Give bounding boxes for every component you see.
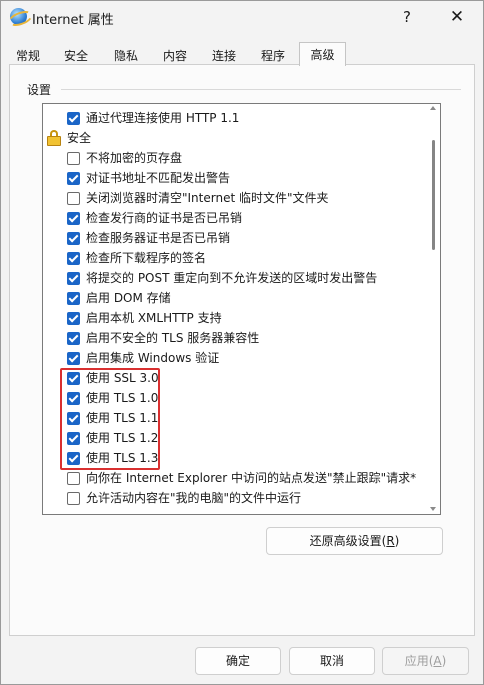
category-row: 安全	[43, 128, 429, 148]
setting-label: 启用本机 XMLHTTP 支持	[86, 311, 222, 325]
tab-general[interactable]: 常规	[9, 44, 47, 64]
checkbox-checked[interactable]	[67, 212, 80, 225]
checkbox-unchecked[interactable]	[67, 492, 80, 505]
restore-button-accesskey: R	[386, 534, 395, 548]
internet-globe-icon	[10, 8, 27, 25]
setting-row[interactable]: 将提交的 POST 重定向到不允许发送的区域时发出警告	[43, 268, 429, 288]
tls-options-highlight-box	[60, 368, 160, 470]
setting-row[interactable]: 允许活动内容在"我的电脑"的文件中运行	[43, 488, 429, 508]
checkbox-unchecked[interactable]	[67, 152, 80, 165]
scroll-up-arrow-icon[interactable]	[430, 106, 436, 110]
setting-label: 对证书地址不匹配发出警告	[86, 171, 231, 185]
apply-button[interactable]: 应用(A)	[382, 647, 469, 675]
checkbox-checked[interactable]	[67, 272, 80, 285]
setting-row[interactable]: 不将加密的页存盘	[43, 148, 429, 168]
setting-row[interactable]: 通过代理连接使用 HTTP 1.1	[43, 108, 429, 128]
restore-advanced-settings-button[interactable]: 还原高级设置(R)	[266, 527, 443, 555]
restore-button-label: 还原高级设置(	[309, 534, 387, 548]
setting-label: 向你在 Internet Explorer 中访问的站点发送"禁止跟踪"请求*	[86, 471, 417, 485]
tab-content[interactable]: 内容	[155, 44, 195, 64]
checkbox-checked[interactable]	[67, 312, 80, 325]
checkbox-checked[interactable]	[67, 332, 80, 345]
setting-row[interactable]: 检查发行商的证书是否已吊销	[43, 208, 429, 228]
apply-button-suffix: )	[441, 654, 447, 668]
setting-label: 不将加密的页存盘	[86, 151, 183, 165]
setting-row[interactable]: 启用集成 Windows 验证	[43, 348, 429, 368]
help-button[interactable]: ?	[393, 5, 421, 29]
scroll-down-arrow-icon[interactable]	[430, 507, 436, 511]
tab-security[interactable]: 安全	[56, 44, 96, 64]
setting-label: 检查发行商的证书是否已吊销	[86, 211, 243, 225]
internet-properties-dialog: Internet 属性 ? ✕ 常规 安全 隐私 内容 连接 程序 高级 设置 …	[0, 0, 484, 685]
setting-row[interactable]: 启用 DOM 存储	[43, 288, 429, 308]
setting-row[interactable]: 启用本机 XMLHTTP 支持	[43, 308, 429, 328]
setting-label: 关闭浏览器时清空"Internet 临时文件"文件夹	[86, 191, 329, 205]
tab-advanced[interactable]: 高级	[299, 42, 346, 66]
settings-group-label: 设置	[27, 83, 52, 97]
window-title: Internet 属性	[32, 13, 114, 28]
cancel-button[interactable]: 取消	[289, 647, 375, 675]
setting-label: 允许活动内容在"我的电脑"的文件中运行	[86, 491, 302, 505]
setting-row[interactable]: 检查所下载程序的签名	[43, 248, 429, 268]
close-button[interactable]: ✕	[437, 5, 477, 29]
tab-programs[interactable]: 程序	[253, 44, 293, 64]
setting-label: 启用 DOM 存储	[86, 291, 171, 305]
lock-icon	[47, 130, 61, 146]
checkbox-unchecked[interactable]	[67, 192, 80, 205]
setting-label: 检查服务器证书是否已吊销	[86, 231, 231, 245]
setting-label: 检查所下载程序的签名	[86, 251, 207, 265]
setting-row[interactable]: 对证书地址不匹配发出警告	[43, 168, 429, 188]
checkbox-checked[interactable]	[67, 252, 80, 265]
checkbox-checked[interactable]	[67, 232, 80, 245]
setting-row[interactable]: 关闭浏览器时清空"Internet 临时文件"文件夹	[43, 188, 429, 208]
checkbox-checked[interactable]	[67, 112, 80, 125]
checkbox-checked[interactable]	[67, 292, 80, 305]
group-divider	[61, 89, 461, 90]
ok-button[interactable]: 确定	[195, 647, 281, 675]
setting-label: 通过代理连接使用 HTTP 1.1	[86, 111, 240, 125]
vertical-scrollbar[interactable]	[427, 104, 440, 514]
checkbox-unchecked[interactable]	[67, 472, 80, 485]
restore-button-suffix: )	[394, 534, 400, 548]
scrollbar-thumb[interactable]	[432, 140, 435, 250]
checkbox-checked[interactable]	[67, 352, 80, 365]
title-bar[interactable]: Internet 属性 ? ✕	[1, 1, 483, 33]
tab-privacy[interactable]: 隐私	[106, 44, 146, 64]
setting-row[interactable]: 启用不安全的 TLS 服务器兼容性	[43, 328, 429, 348]
setting-label: 将提交的 POST 重定向到不允许发送的区域时发出警告	[86, 271, 378, 285]
checkbox-checked[interactable]	[67, 172, 80, 185]
setting-row[interactable]: 检查服务器证书是否已吊销	[43, 228, 429, 248]
category-label: 安全	[67, 131, 92, 145]
setting-label: 启用集成 Windows 验证	[86, 351, 220, 365]
apply-button-accesskey: A	[433, 654, 442, 668]
setting-row[interactable]: 向你在 Internet Explorer 中访问的站点发送"禁止跟踪"请求*	[43, 468, 429, 488]
apply-button-label: 应用(	[404, 654, 434, 668]
setting-label: 启用不安全的 TLS 服务器兼容性	[86, 331, 260, 345]
tab-connections[interactable]: 连接	[204, 44, 244, 64]
